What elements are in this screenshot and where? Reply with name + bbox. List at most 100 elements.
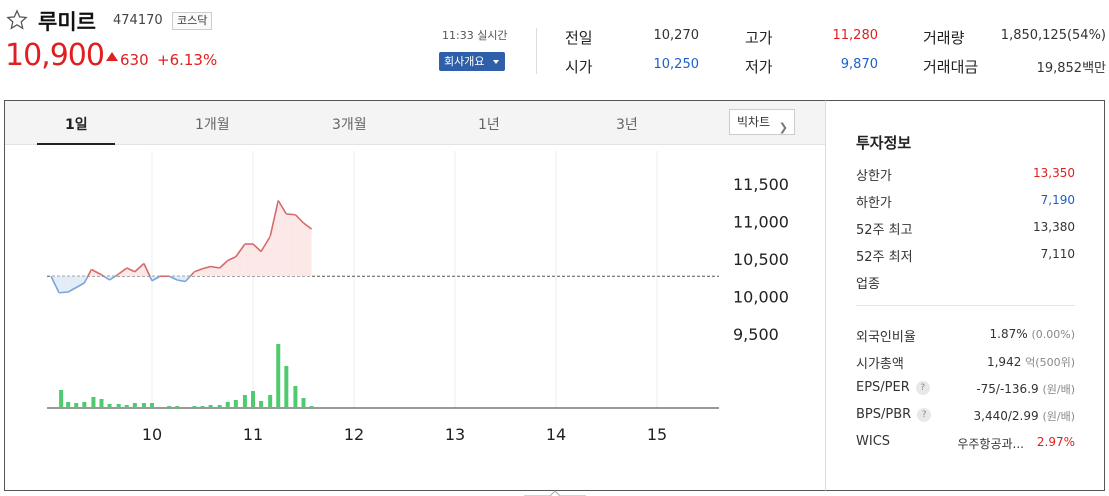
volume-bar	[242, 395, 247, 408]
x-tick-label: 13	[445, 425, 465, 444]
foreign-ratio-value: 1.87% (0.00%)	[990, 327, 1075, 341]
volume-bar	[192, 406, 197, 408]
current-price: 10,900	[5, 38, 105, 73]
y-tick-label: 10,500	[733, 250, 789, 269]
volume-bar	[141, 403, 146, 408]
volume-bar	[66, 402, 71, 408]
investment-info-panel: 투자정보 상한가 13,350 하한가 7,190 52주 최고 13,380 …	[825, 100, 1105, 491]
caret-down-icon	[493, 60, 499, 64]
volume-bar	[309, 406, 314, 408]
market-cap-label: 시가총액	[856, 357, 904, 372]
area-fill-up	[295, 214, 304, 277]
area-fill-up	[303, 223, 312, 277]
bps-pbr-label-text: BPS/PBR	[856, 407, 912, 422]
bps-pbr-value: 3,440/2.99 (원/배)	[974, 408, 1075, 424]
open-value: 10,250	[653, 57, 700, 72]
help-icon[interactable]: ?	[915, 381, 930, 395]
x-tick-label: 15	[647, 425, 667, 444]
volume-bar	[233, 400, 238, 408]
area-fill-up	[235, 244, 245, 277]
area-fill-up	[219, 260, 228, 277]
volume-bar	[99, 399, 104, 408]
x-tick-label: 11	[243, 425, 263, 444]
volume-bar	[208, 405, 213, 408]
eps-per-label: EPS/PER?	[856, 380, 930, 395]
change-percent: +6.13%	[157, 51, 218, 69]
bps-pbr-unit: (원/배)	[1042, 410, 1075, 423]
collapse-handle-icon[interactable]	[524, 490, 586, 496]
x-tick-label: 12	[344, 425, 364, 444]
high-value: 11,280	[832, 28, 879, 43]
market-cap-value: 1,942 억(500위)	[987, 354, 1075, 370]
up-arrow-icon	[106, 52, 118, 61]
upper-limit-label: 상한가	[856, 169, 892, 184]
eps-per-number: -75/-136.9	[976, 382, 1039, 396]
stock-code: 474170	[113, 13, 163, 28]
area-fill-down	[59, 276, 69, 293]
area-fill-up	[286, 214, 296, 277]
low-52w-label: 52주 최저	[856, 250, 913, 265]
low-52w-value: 7,110	[1040, 247, 1075, 261]
company-overview-button[interactable]: 회사개요	[439, 52, 505, 71]
y-tick-label: 11,000	[733, 213, 789, 232]
amount-label: 거래대금	[923, 58, 979, 76]
sector-label: 업종	[856, 277, 880, 292]
divider	[536, 28, 537, 74]
favorite-star-icon[interactable]	[6, 9, 28, 31]
low-value: 9,870	[840, 57, 878, 72]
low-label: 저가	[745, 58, 773, 76]
volume-bar	[217, 405, 222, 408]
prev-close-value: 10,270	[653, 28, 700, 43]
volume-bar	[293, 386, 298, 408]
y-tick-label: 9,500	[733, 325, 779, 344]
open-label: 시가	[565, 58, 593, 76]
volume-bar	[276, 344, 281, 408]
volume-bar	[175, 406, 180, 408]
foreign-ratio-change: (0.00%)	[1031, 328, 1075, 341]
info-title: 투자정보	[856, 134, 912, 152]
help-icon[interactable]: ?	[917, 408, 932, 422]
volume-bar	[107, 404, 112, 408]
price-line-down	[59, 291, 69, 294]
eps-per-label-text: EPS/PER	[856, 380, 910, 395]
eps-per-unit: (원/배)	[1042, 383, 1075, 396]
high-52w-label: 52주 최고	[856, 223, 913, 238]
price-line-up	[286, 213, 296, 216]
volume-bar	[59, 390, 64, 408]
divider	[856, 305, 1075, 306]
area-fill-up	[270, 200, 279, 277]
volume-bar	[116, 404, 121, 408]
company-overview-label: 회사개요	[444, 55, 485, 68]
realtime-label: 11:33 실시간	[442, 29, 508, 42]
volume-bar	[91, 397, 96, 408]
volume-bar	[268, 395, 273, 408]
chart-panel: 1일 1개월 3개월 1년 3년 빅차트 ❯ 11,500 11,000 10,50…	[4, 100, 825, 491]
eps-per-value: -75/-136.9 (원/배)	[976, 381, 1075, 397]
volume-bar	[124, 405, 129, 408]
volume-bar	[82, 402, 87, 408]
lower-limit-label: 하한가	[856, 196, 892, 211]
volume-bar	[301, 398, 306, 408]
amount-value: 19,852백만	[1036, 61, 1106, 76]
market-cap-rank: (500위)	[1035, 356, 1075, 369]
volume-bar	[284, 366, 289, 408]
intraday-chart: 11,500 11,000 10,500 10,000 9,500 10 11 12 13 14 1…	[47, 151, 789, 444]
high-label: 고가	[745, 29, 773, 47]
area-fill-up	[244, 244, 253, 277]
prev-close-label: 전일	[565, 29, 593, 47]
market-cap-unit: 억	[1025, 356, 1036, 369]
wics-sector-name[interactable]: 우주항공과...	[957, 435, 1024, 452]
volume-bar	[167, 406, 172, 408]
foreign-ratio-number: 1.87%	[989, 327, 1028, 341]
stock-summary-widget: 루미르 474170 코스닥 10,900 630 +6.13% 11:33 실…	[0, 0, 1109, 496]
volume-bar	[225, 402, 230, 408]
market-cap-number: 1,942	[986, 355, 1022, 369]
upper-limit-value: 13,350	[1033, 166, 1075, 180]
high-52w-value: 13,380	[1033, 220, 1075, 234]
volume-value: 1,850,125(54%)	[1000, 28, 1106, 43]
stock-name[interactable]: 루미르	[38, 6, 96, 36]
wics-label: WICS	[856, 434, 891, 449]
x-tick-label: 14	[546, 425, 566, 444]
y-tick-label: 11,500	[733, 175, 789, 194]
volume-label: 거래량	[923, 29, 965, 47]
